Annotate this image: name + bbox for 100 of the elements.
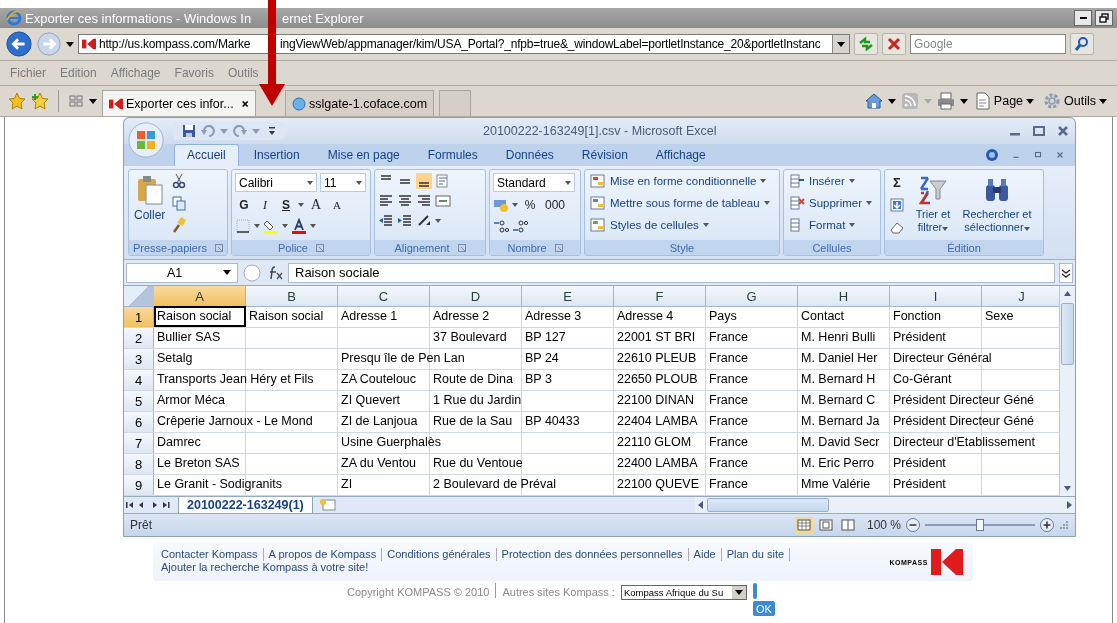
site-select[interactable]: Kompass Afrique du Su — [620, 585, 747, 600]
currency-caret-icon[interactable] — [512, 203, 518, 207]
close-button[interactable] — [1057, 125, 1069, 137]
ribbon-tab[interactable]: Données — [492, 144, 567, 166]
orientation-caret-icon[interactable] — [435, 219, 441, 223]
column-header[interactable]: E — [522, 286, 614, 306]
row-header[interactable]: 7 — [124, 433, 154, 453]
row-header[interactable]: 5 — [124, 391, 154, 411]
ribbon-tab[interactable]: Affichage — [642, 144, 719, 166]
shrink-font-button[interactable]: A — [328, 196, 346, 214]
increase-indent-icon[interactable] — [397, 213, 413, 229]
decrease-decimal-icon[interactable] — [512, 218, 528, 234]
column-header[interactable]: H — [798, 286, 890, 306]
vertical-scrollbar[interactable] — [1059, 286, 1075, 496]
close-tab-icon[interactable] — [240, 98, 249, 109]
cells-menu-button[interactable]: Insérer — [787, 173, 857, 189]
find-select-button[interactable]: Rechercher et sélectionner — [960, 173, 1034, 236]
save-icon[interactable] — [182, 124, 196, 138]
footer-link[interactable]: Aide — [688, 548, 722, 561]
footer-link[interactable]: Protection des données personnelles — [496, 548, 689, 561]
footer-link[interactable]: A propos de Kompass — [263, 548, 383, 561]
help-icon[interactable] — [985, 148, 999, 162]
column-header[interactable]: B — [246, 286, 338, 306]
copy-icon[interactable] — [171, 195, 188, 211]
percent-button[interactable]: % — [521, 196, 539, 214]
formula-bar-handle-icon[interactable] — [242, 262, 262, 283]
cells-menu-button[interactable]: Supprimer — [787, 195, 875, 211]
grow-font-button[interactable]: A — [307, 196, 325, 214]
column-header[interactable]: F — [614, 286, 706, 306]
font-name-field[interactable]: Calibri — [235, 173, 317, 192]
footer-link[interactable]: Ajouter la recherche Kompass à votre site! — [156, 561, 374, 574]
style-menu-button[interactable]: Mise en forme conditionnelle — [588, 173, 769, 189]
font-color-icon[interactable] — [291, 218, 307, 234]
font-color-caret-icon[interactable] — [310, 224, 316, 228]
decrease-indent-icon[interactable] — [378, 213, 394, 229]
resize-grip-icon[interactable] — [1059, 520, 1069, 530]
row-header[interactable]: 8 — [124, 454, 154, 474]
back-button[interactable] — [6, 31, 32, 57]
increase-decimal-icon[interactable] — [493, 218, 509, 234]
close-button[interactable] — [1055, 150, 1065, 160]
wrap-text-icon[interactable] — [435, 173, 451, 189]
scroll-thumb[interactable] — [1061, 303, 1074, 365]
column-header[interactable]: J — [982, 286, 1059, 306]
scissors-icon[interactable] — [171, 173, 188, 189]
font-size-field[interactable]: 11 — [320, 173, 366, 192]
borders-caret-icon[interactable] — [254, 224, 260, 228]
page-menu-button[interactable]: Page — [972, 92, 1037, 110]
fill-color-icon[interactable] — [263, 218, 279, 234]
cells-menu-button[interactable]: Format — [787, 217, 858, 233]
address-dropdown-button[interactable] — [832, 35, 849, 53]
minimize-button[interactable] — [1074, 10, 1092, 26]
underline-button[interactable]: S — [277, 196, 295, 214]
brush-icon[interactable] — [171, 217, 188, 233]
footer-link[interactable]: Conditions générales — [382, 548, 497, 561]
refresh-button[interactable] — [854, 33, 878, 55]
number-format-field[interactable]: Standard — [493, 173, 575, 192]
align-bottom-icon[interactable] — [416, 173, 432, 189]
paste-button[interactable]: Coller — [132, 173, 168, 224]
row-header[interactable]: 2 — [124, 328, 154, 348]
ribbon-tab[interactable]: Insertion — [240, 144, 313, 166]
home-caret-icon[interactable] — [887, 98, 896, 104]
history-caret-icon[interactable] — [66, 41, 74, 47]
footer-link[interactable]: Contacter Kompass — [156, 548, 264, 561]
sheet-tab[interactable]: 20100222-163249(1) — [178, 496, 313, 514]
horizontal-scrollbar[interactable] — [695, 497, 1075, 513]
print-caret-icon[interactable] — [959, 98, 968, 104]
active-cell[interactable]: Raison social — [154, 306, 246, 327]
bold-button[interactable]: G — [235, 196, 253, 214]
search-field[interactable]: Google — [910, 34, 1066, 54]
sort-filter-button[interactable]: Trier et filtrer — [910, 173, 956, 236]
zoom-slider[interactable] — [925, 518, 1035, 532]
column-header[interactable]: G — [706, 286, 798, 306]
column-header[interactable]: I — [890, 286, 982, 306]
ribbon-tab[interactable]: Accueil — [174, 144, 239, 166]
column-header[interactable]: D — [430, 286, 522, 306]
printer-icon[interactable] — [936, 92, 955, 110]
tab-list-caret-icon[interactable] — [89, 98, 97, 104]
scroll-thumb[interactable] — [707, 498, 829, 512]
thousands-button[interactable]: 000 — [542, 196, 569, 214]
style-menu-button[interactable]: Mettre sous forme de tableau — [588, 195, 772, 211]
ribbon-tab[interactable]: Mise en page — [314, 144, 413, 166]
restore-button[interactable] — [1095, 10, 1113, 26]
page-layout-button[interactable] — [816, 517, 835, 533]
align-center-icon[interactable] — [397, 193, 413, 209]
align-left-icon[interactable] — [378, 193, 394, 209]
zoom-in-button[interactable] — [1039, 517, 1055, 533]
fill-caret-icon[interactable] — [282, 224, 288, 228]
star-icon[interactable] — [8, 92, 26, 110]
normal-view-button[interactable] — [794, 517, 813, 533]
browser-tab[interactable]: sslgate-1.coface.com — [285, 90, 435, 116]
browser-tab[interactable]: Exporter ces infor... — [102, 90, 256, 116]
row-header[interactable]: 3 — [124, 349, 154, 369]
zoom-level[interactable]: 100 % — [866, 518, 901, 532]
expand-formula-icon[interactable] — [1059, 262, 1073, 283]
borders-icon[interactable] — [235, 218, 251, 234]
row-header[interactable]: 6 — [124, 412, 154, 432]
page-break-button[interactable] — [838, 517, 857, 533]
row-header[interactable]: 9 — [124, 475, 154, 495]
column-header[interactable]: A — [154, 286, 246, 306]
insert-function-icon[interactable] — [267, 265, 283, 280]
